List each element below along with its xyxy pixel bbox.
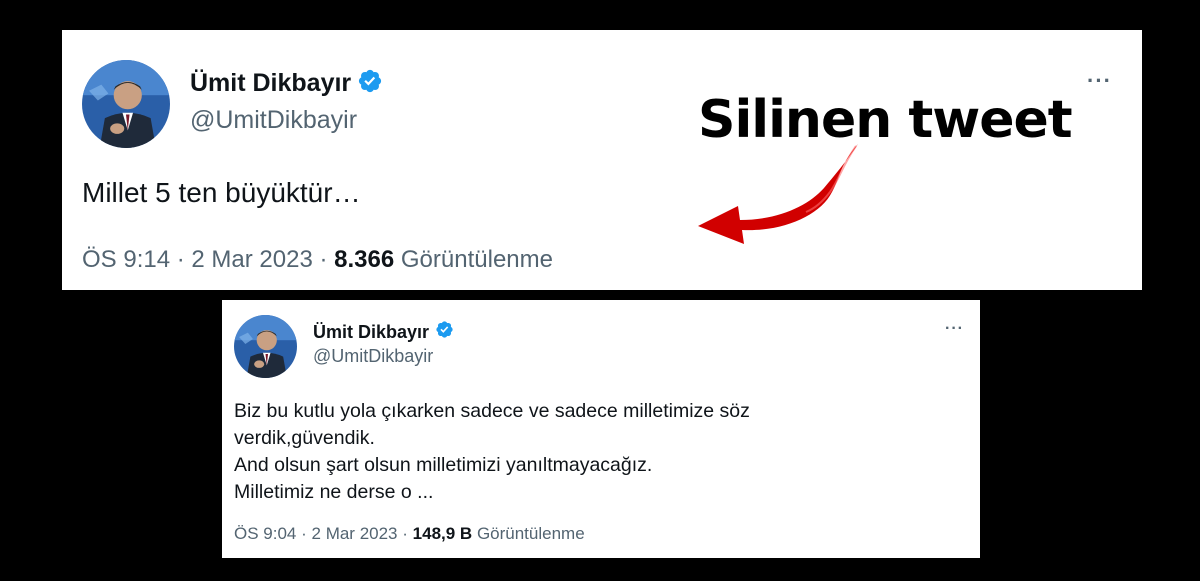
tweet-text-line: Millet 5 ten büyüktür… (82, 177, 361, 208)
display-name[interactable]: Ümit Dikbayır (313, 322, 429, 343)
tweet-time[interactable]: ÖS 9:04 (234, 524, 296, 543)
more-options-icon[interactable]: ··· (1087, 68, 1112, 94)
tweet-text-line: And olsun şart olsun milletimizi yanıltm… (234, 454, 653, 476)
more-options-icon[interactable]: ··· (945, 320, 964, 338)
meta-separator: · (319, 246, 328, 273)
user-handle[interactable]: @UmitDikbayir (313, 346, 433, 367)
verified-badge-icon (357, 68, 383, 99)
meta-separator: · (402, 524, 408, 543)
display-name[interactable]: Ümit Dikbayır (190, 69, 351, 98)
tweet-text-line: verdik,güvendik. (234, 427, 375, 449)
views-label: Görüntülenme (400, 246, 553, 273)
deleted-tweet-card: Ümit Dikbayır @UmitDikbayir ··· Millet 5… (62, 30, 1142, 290)
tweet-meta: ÖS 9:14 · 2 Mar 2023 · 8.366 Görüntülenm… (82, 246, 553, 274)
tweet-date[interactable]: 2 Mar 2023 (191, 246, 312, 273)
view-count: 148,9 B (412, 524, 473, 543)
meta-separator: · (301, 524, 307, 543)
tweet-card: Ümit Dikbayır @UmitDikbayir ··· Biz bu k… (222, 300, 980, 558)
profile-photo (234, 315, 297, 378)
tweet-text: Millet 5 ten büyüktür… (82, 177, 361, 209)
tweet-time[interactable]: ÖS 9:14 (82, 246, 170, 273)
tweet-meta: ÖS 9:04 · 2 Mar 2023 · 148,9 B Görüntüle… (234, 524, 585, 544)
views-label: Görüntülenme (476, 524, 585, 543)
user-handle[interactable]: @UmitDikbayir (190, 106, 357, 135)
meta-separator: · (176, 246, 185, 273)
red-arrow-icon (698, 144, 858, 244)
avatar[interactable] (234, 315, 297, 378)
avatar[interactable] (82, 60, 170, 148)
view-count: 8.366 (334, 246, 395, 273)
tweet-text-line: Biz bu kutlu yola çıkarken sadece ve sad… (234, 400, 750, 422)
tweet-text-line: Milletimiz ne derse o ... (234, 481, 434, 503)
profile-photo (82, 60, 170, 148)
tweet-text: Biz bu kutlu yola çıkarken sadece ve sad… (234, 398, 750, 506)
verified-badge-icon (435, 320, 454, 344)
tweet-date[interactable]: 2 Mar 2023 (312, 524, 398, 543)
